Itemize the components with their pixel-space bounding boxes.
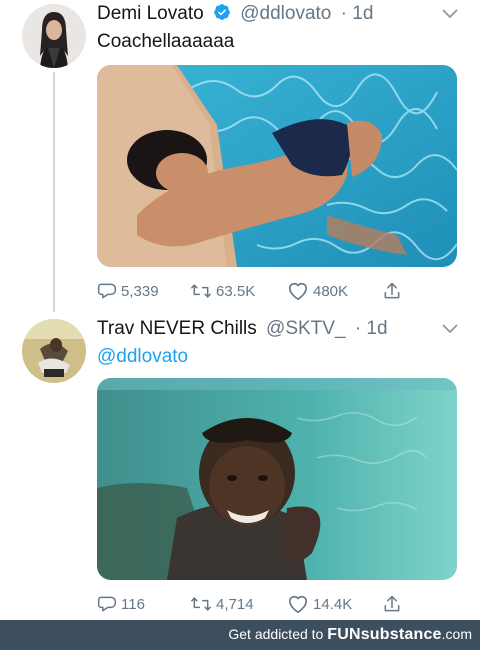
- retweet-icon: [190, 281, 212, 301]
- reply-count: 5,339: [121, 282, 159, 300]
- tweet-header: Trav NEVER Chills @SKTV_ · 1d: [97, 316, 460, 342]
- reply-icon: [97, 281, 117, 301]
- tweet[interactable]: Trav NEVER Chills @SKTV_ · 1d @ddlovato: [0, 315, 480, 620]
- tweet-photo[interactable]: [97, 378, 457, 580]
- share-button[interactable]: [382, 592, 402, 616]
- timestamp[interactable]: · 1d: [341, 3, 374, 24]
- like-button[interactable]: 14.4K: [287, 592, 352, 616]
- retweet-button[interactable]: 4,714: [190, 592, 254, 616]
- tweet-text: Coachellaaaaaa: [97, 31, 235, 52]
- reply-button[interactable]: 116: [97, 592, 145, 616]
- reply-count: 116: [121, 595, 145, 613]
- retweet-count: 63.5K: [216, 282, 256, 300]
- timestamp[interactable]: · 1d: [355, 318, 388, 339]
- watermark-brand: FUNsubstance: [327, 626, 442, 643]
- share-icon: [382, 281, 402, 301]
- handle[interactable]: @ddlovato: [240, 3, 331, 24]
- like-count: 14.4K: [313, 595, 353, 613]
- tweet-header: Demi Lovato @ddlovato · 1d: [97, 1, 460, 27]
- display-name[interactable]: Demi Lovato: [97, 3, 204, 24]
- thread-line: [53, 72, 55, 312]
- share-button[interactable]: [382, 279, 402, 303]
- retweet-icon: [190, 594, 212, 614]
- watermark-prefix: Get addicted to: [228, 626, 324, 642]
- retweet-button[interactable]: 63.5K: [190, 279, 255, 303]
- like-button[interactable]: 480K: [287, 279, 348, 303]
- tweet-actions: 5,339 63.5K 480K: [97, 279, 480, 303]
- chevron-down-icon[interactable]: [442, 7, 458, 19]
- tweet[interactable]: Demi Lovato @ddlovato · 1d Coachellaaaaa…: [0, 0, 480, 315]
- mention-link[interactable]: @ddlovato: [97, 345, 188, 369]
- like-icon: [287, 594, 309, 614]
- watermark-text: Get addicted to FUNsubstance.com: [228, 626, 472, 644]
- tweet-photo[interactable]: [97, 65, 457, 267]
- display-name[interactable]: Trav NEVER Chills: [97, 318, 257, 339]
- retweet-count: 4,714: [216, 595, 254, 613]
- like-count: 480K: [313, 282, 349, 300]
- watermark-suffix: .com: [441, 626, 472, 642]
- chevron-down-icon[interactable]: [442, 322, 458, 334]
- avatar[interactable]: [22, 4, 86, 68]
- watermark-footer: Get addicted to FUNsubstance.com: [0, 620, 480, 650]
- verified-badge-icon: [213, 3, 231, 29]
- like-icon: [287, 281, 309, 301]
- avatar[interactable]: [22, 319, 86, 383]
- reply-button[interactable]: 5,339: [97, 279, 159, 303]
- tweet-actions: 116 4,714 14.4K: [97, 592, 480, 616]
- handle[interactable]: @SKTV_: [266, 318, 345, 339]
- reply-icon: [97, 594, 117, 614]
- share-icon: [382, 594, 402, 614]
